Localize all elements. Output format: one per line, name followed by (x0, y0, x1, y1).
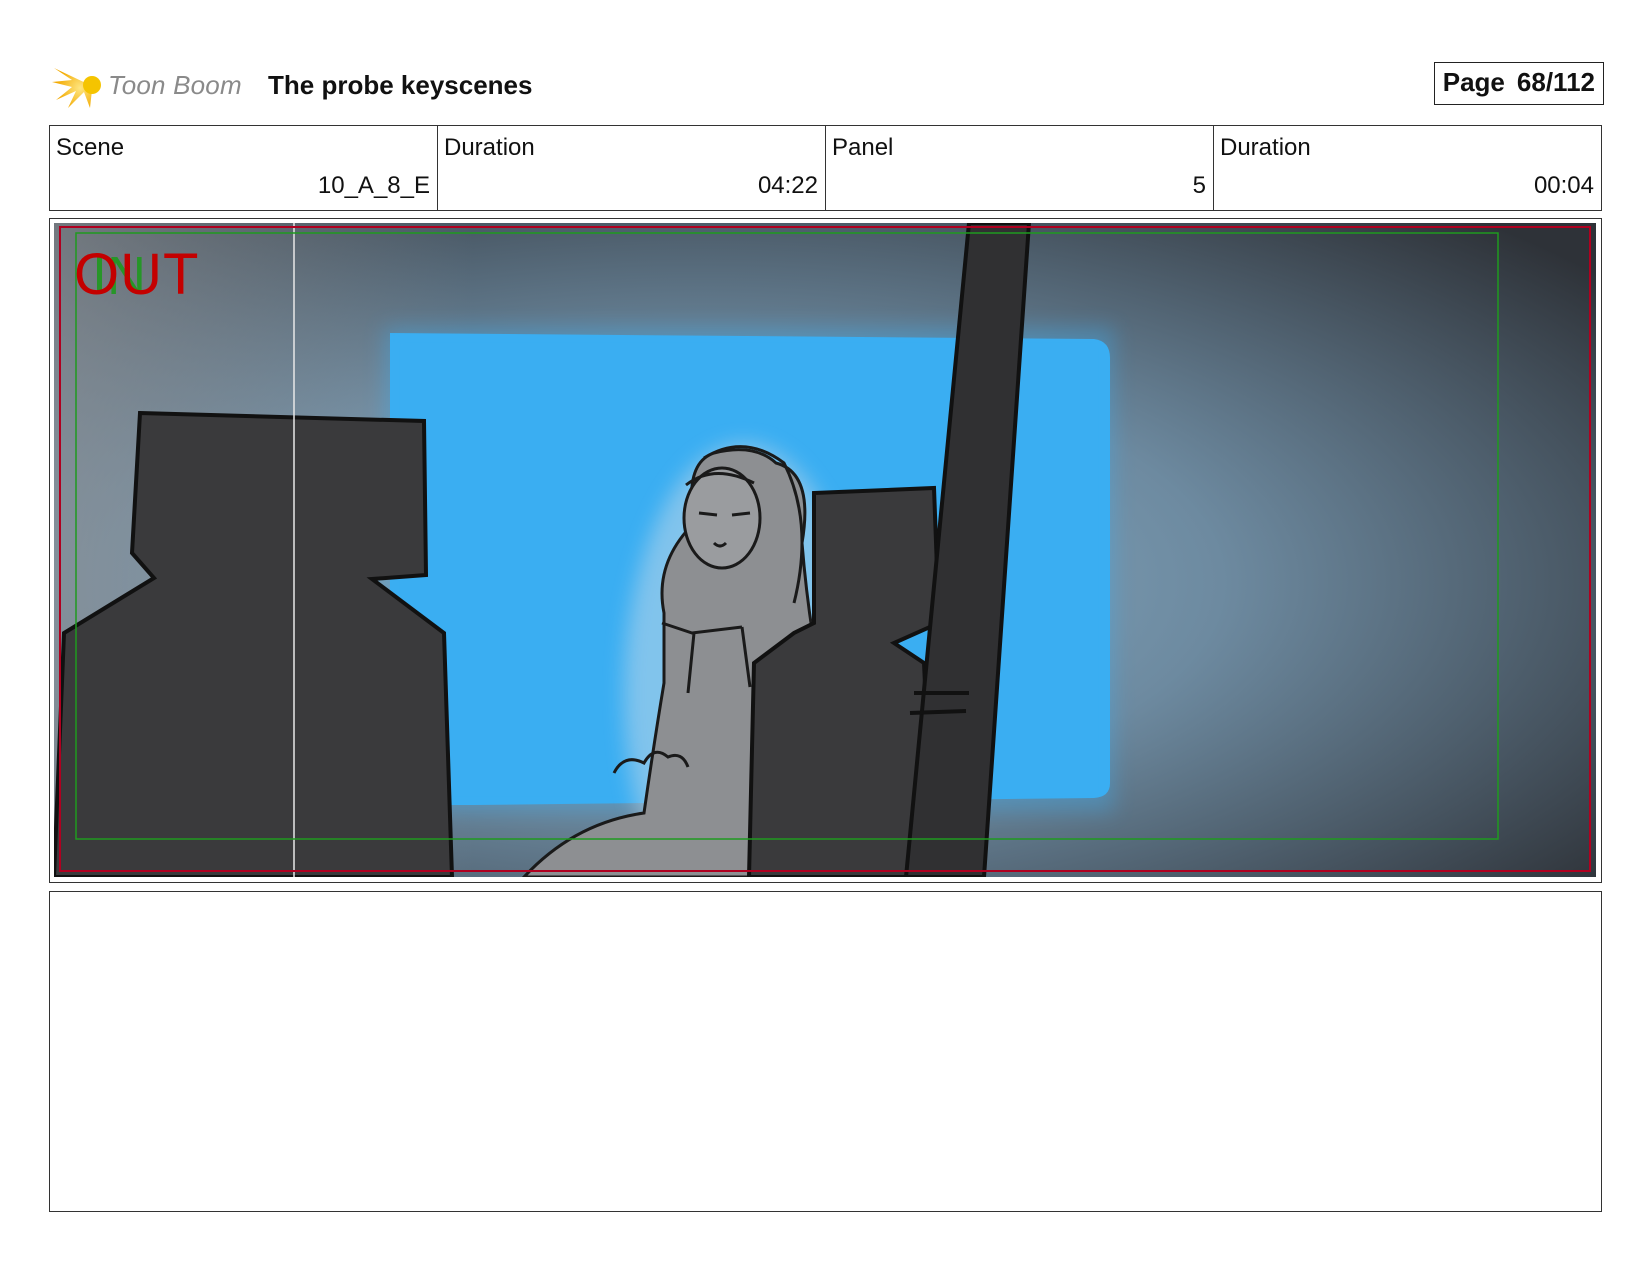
scene-duration-value: 04:22 (757, 172, 818, 199)
page-indicator: Page 68/112 (1433, 62, 1604, 105)
panel-duration-cell: Duration 00:04 (1214, 126, 1601, 210)
scene-value: 10_A_8_E (317, 172, 430, 199)
scene-duration-cell: Duration 04:22 (438, 126, 826, 210)
panel-duration-value: 00:04 (1533, 172, 1594, 199)
panel-sketch (54, 223, 1596, 877)
storyboard-panel: IN OUT (49, 218, 1602, 883)
page-label: Page (1442, 67, 1505, 97)
scene-label: Scene (56, 134, 125, 161)
document-title: The probe keyscenes (268, 70, 533, 100)
panel-value: 5 (1192, 172, 1206, 199)
scene-cell: Scene 10_A_8_E (50, 126, 438, 210)
header: Toon Boom The probe keyscenes Page 68/112 (50, 56, 1604, 116)
out-frame-label: OUT (74, 242, 200, 307)
scene-info-table: Scene 10_A_8_E Duration 04:22 Panel 5 Du… (49, 125, 1602, 211)
panel-artwork: IN OUT (54, 223, 1596, 877)
page-number: 68/112 (1516, 67, 1595, 97)
sunburst-icon (52, 68, 101, 108)
scene-duration-label: Duration (444, 134, 535, 161)
notes-box[interactable] (49, 891, 1602, 1212)
toon-boom-logo: Toon Boom (50, 58, 250, 112)
panel-cell: Panel 5 (826, 126, 1214, 210)
logo-text: Toon Boom (108, 70, 242, 100)
panel-duration-label: Duration (1220, 134, 1311, 161)
panel-label: Panel (832, 134, 894, 161)
